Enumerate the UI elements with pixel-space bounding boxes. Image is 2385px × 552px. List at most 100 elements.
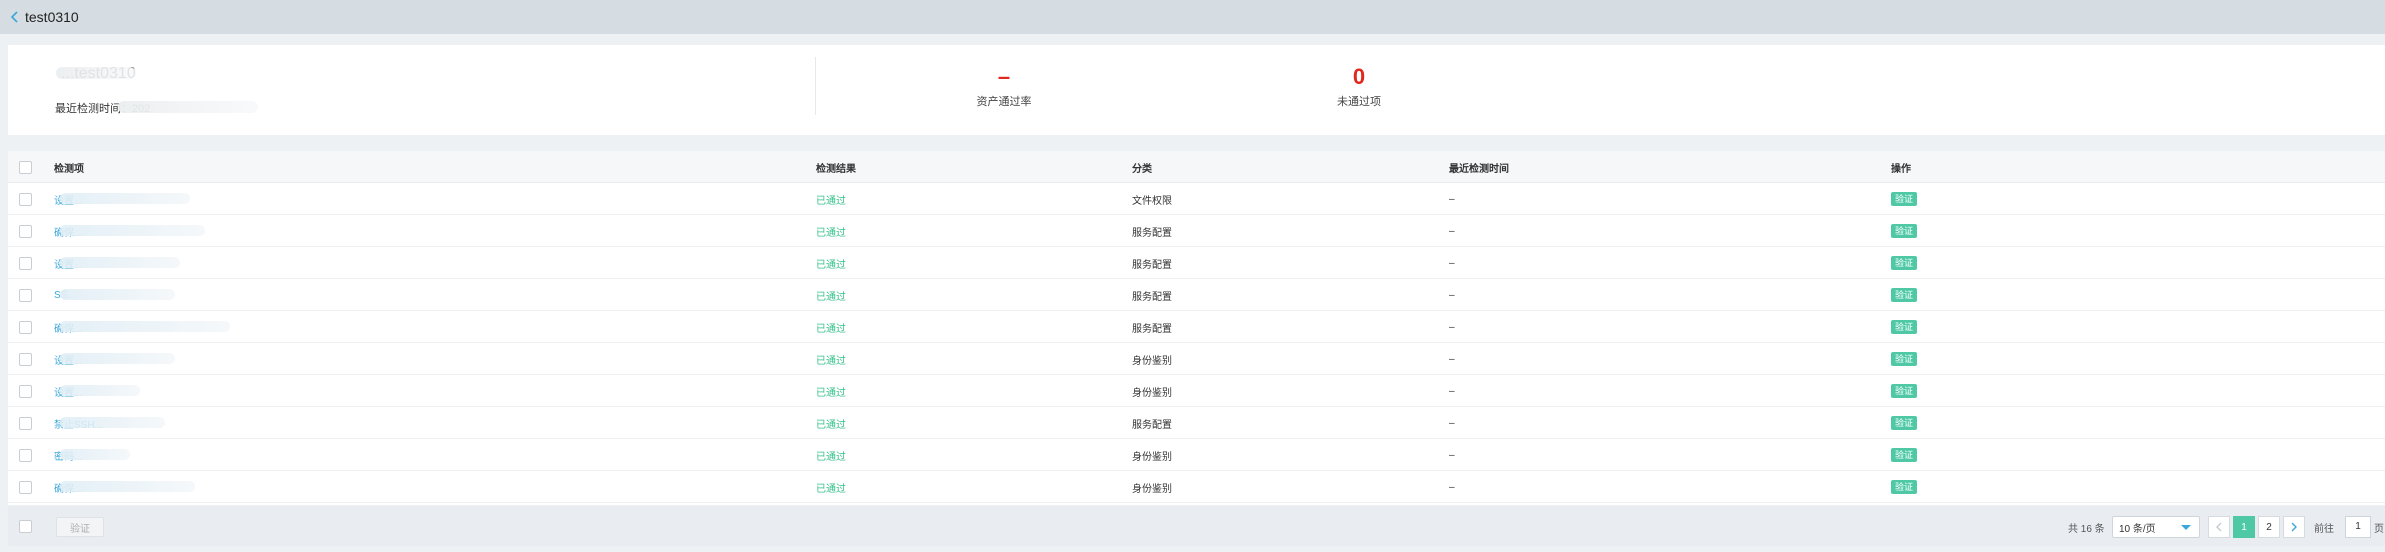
category: 服务配置 [1132,323,1172,335]
bulk-verify-button[interactable]: 验证 [56,517,104,537]
table-row[interactable]: 确保...已通过服务配置–验证 [8,311,2385,343]
redaction-mask [60,257,180,268]
category: 身份鉴别 [1132,387,1172,399]
table-body: 设置...已通过文件权限–验证确保...已通过服务配置–验证设置...已通过服务… [8,183,2385,503]
redaction-mask [118,101,258,113]
prev-page-button[interactable] [2208,516,2230,538]
check-result: 已通过 [816,387,846,399]
verify-button[interactable]: 验证 [1891,224,1918,238]
redaction-mask [60,321,230,332]
redaction-mask [60,481,195,492]
verify-button[interactable]: 验证 [1891,320,1918,334]
last-check-time: – [1449,417,1455,429]
last-check-time: – [1449,193,1455,205]
table-row[interactable]: 设置...已通过身份鉴别–验证 [8,375,2385,407]
category: 文件权限 [1132,195,1172,207]
category: 服务配置 [1132,291,1172,303]
divider [815,57,816,115]
check-items-table: 检测项 检测结果 分类 最近检测时间 操作 设置...已通过文件权限–验证确保.… [8,151,2385,505]
row-checkbox[interactable] [19,416,32,430]
stat-label: 未通过项 [1337,96,1381,108]
category: 身份鉴别 [1132,451,1172,463]
column-header-time: 最近检测时间 [1449,163,1509,175]
redaction-mask [60,417,165,428]
check-result: 已通过 [816,195,846,207]
redaction-mask [60,353,175,364]
row-checkbox[interactable] [19,320,32,334]
row-checkbox[interactable] [19,448,32,462]
row-checkbox[interactable] [19,352,32,366]
table-row[interactable]: 确保...已通过服务配置–验证 [8,215,2385,247]
table-row[interactable]: 设置...已通过身份鉴别–验证 [8,343,2385,375]
redaction-mask [60,289,175,300]
page-unit-label: 页 [2374,523,2384,535]
column-header-action: 操作 [1891,163,1911,175]
verify-button[interactable]: 验证 [1891,352,1918,366]
page-button-1[interactable]: 1 [2233,516,2255,538]
check-result: 已通过 [816,483,846,495]
last-check-time: – [1449,321,1455,333]
row-checkbox[interactable] [19,384,32,398]
verify-button[interactable]: 验证 [1891,480,1918,494]
row-checkbox[interactable] [19,192,32,206]
stat-value: – [997,64,1011,89]
category: 身份鉴别 [1132,483,1172,495]
row-checkbox[interactable] [19,288,32,302]
check-result: 已通过 [816,355,846,367]
page-size-value: 10 条/页 [2119,523,2156,535]
check-result: 已通过 [816,259,846,271]
redaction-mask [60,385,140,396]
chevron-left-icon[interactable] [7,9,23,25]
last-check-time: – [1449,385,1455,397]
goto-page-input[interactable]: 1 [2345,516,2371,538]
redaction-mask [60,449,130,460]
verify-button[interactable]: 验证 [1891,192,1918,206]
column-header-category: 分类 [1132,163,1152,175]
check-result: 已通过 [816,227,846,239]
last-check-time: – [1449,225,1455,237]
footer-select-all-checkbox[interactable] [19,520,32,533]
table-row[interactable]: SS...已通过服务配置–验证 [8,279,2385,311]
verify-button[interactable]: 验证 [1891,448,1918,462]
next-page-button[interactable] [2283,516,2305,538]
chevron-right-icon [2291,522,2297,532]
category: 服务配置 [1132,227,1172,239]
verify-button[interactable]: 验证 [1891,256,1918,270]
redaction-mask [60,193,190,204]
verify-button[interactable]: 验证 [1891,416,1918,430]
verify-button[interactable]: 验证 [1891,288,1918,302]
chevron-left-icon [2216,522,2222,532]
redaction-mask [60,225,205,236]
table-row[interactable]: 禁止SSH...已通过服务配置–验证 [8,407,2385,439]
total-count: 共 16 条 [2068,523,2105,535]
check-result: 已通过 [816,419,846,431]
table-row[interactable]: 设置...已通过文件权限–验证 [8,183,2385,215]
last-check-time: – [1449,481,1455,493]
table-row[interactable]: 确保...已通过身份鉴别–验证 [8,471,2385,503]
table-header: 检测项 检测结果 分类 最近检测时间 操作 [8,151,2385,183]
check-result: 已通过 [816,291,846,303]
caret-down-icon [2181,525,2191,530]
stat-label: 资产通过率 [976,96,1032,108]
asset-summary: ...test0310 最近检测时间：202 – 资产通过率 0 未通过项 [8,45,2385,135]
last-check-time: – [1449,289,1455,301]
page-button-2[interactable]: 2 [2258,516,2280,538]
table-row[interactable]: 设置...已通过服务配置–验证 [8,247,2385,279]
page-size-select[interactable]: 10 条/页 [2112,516,2200,538]
last-check-time: – [1449,353,1455,365]
redaction-mask [56,67,136,79]
last-check-time: – [1449,449,1455,461]
row-checkbox[interactable] [19,224,32,238]
category: 服务配置 [1132,259,1172,271]
stat-pass-rate: – 资产通过率 [954,64,1054,109]
table-row[interactable]: 密码...已通过身份鉴别–验证 [8,439,2385,471]
row-checkbox[interactable] [19,480,32,494]
table-footer: 验证 共 16 条 10 条/页 1 2 前往 1 页 [8,506,2385,546]
last-check-time: – [1449,257,1455,269]
select-all-checkbox[interactable] [19,160,32,174]
row-checkbox[interactable] [19,256,32,270]
category: 身份鉴别 [1132,355,1172,367]
verify-button[interactable]: 验证 [1891,384,1918,398]
page-title: test0310 [25,9,79,25]
stat-value: 0 [1352,64,1366,89]
